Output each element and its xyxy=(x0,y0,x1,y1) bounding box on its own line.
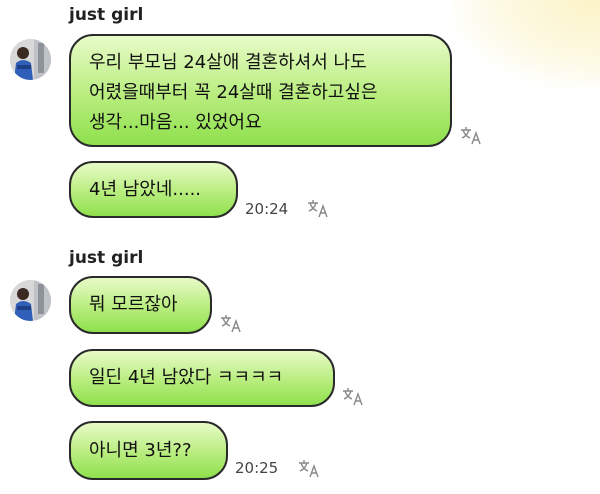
message-bubble[interactable]: 뭐 모르잖아 xyxy=(69,276,212,334)
message-bubble[interactable]: 아니면 3년?? xyxy=(69,421,228,480)
translate-icon[interactable] xyxy=(306,197,330,219)
translate-icon[interactable] xyxy=(219,312,243,334)
timestamp: 20:25 xyxy=(235,459,279,477)
sender-name: just girl xyxy=(69,5,144,25)
sender-name: just girl xyxy=(69,248,144,268)
message-bubble[interactable]: 4년 남았네..... xyxy=(69,161,238,218)
avatar[interactable] xyxy=(10,39,51,80)
avatar[interactable] xyxy=(10,280,51,321)
translate-icon[interactable] xyxy=(459,124,483,146)
background-glow xyxy=(450,0,600,90)
message-bubble[interactable]: 우리 부모님 24살애 결혼하셔서 나도 어렸을때부터 꼭 24살때 결혼하고싶… xyxy=(69,34,452,147)
message-bubble[interactable]: 일딘 4년 남았다 ㅋㅋㅋㅋ xyxy=(69,349,335,407)
translate-icon[interactable] xyxy=(341,385,365,407)
translate-icon[interactable] xyxy=(297,457,321,479)
timestamp: 20:24 xyxy=(245,200,289,218)
